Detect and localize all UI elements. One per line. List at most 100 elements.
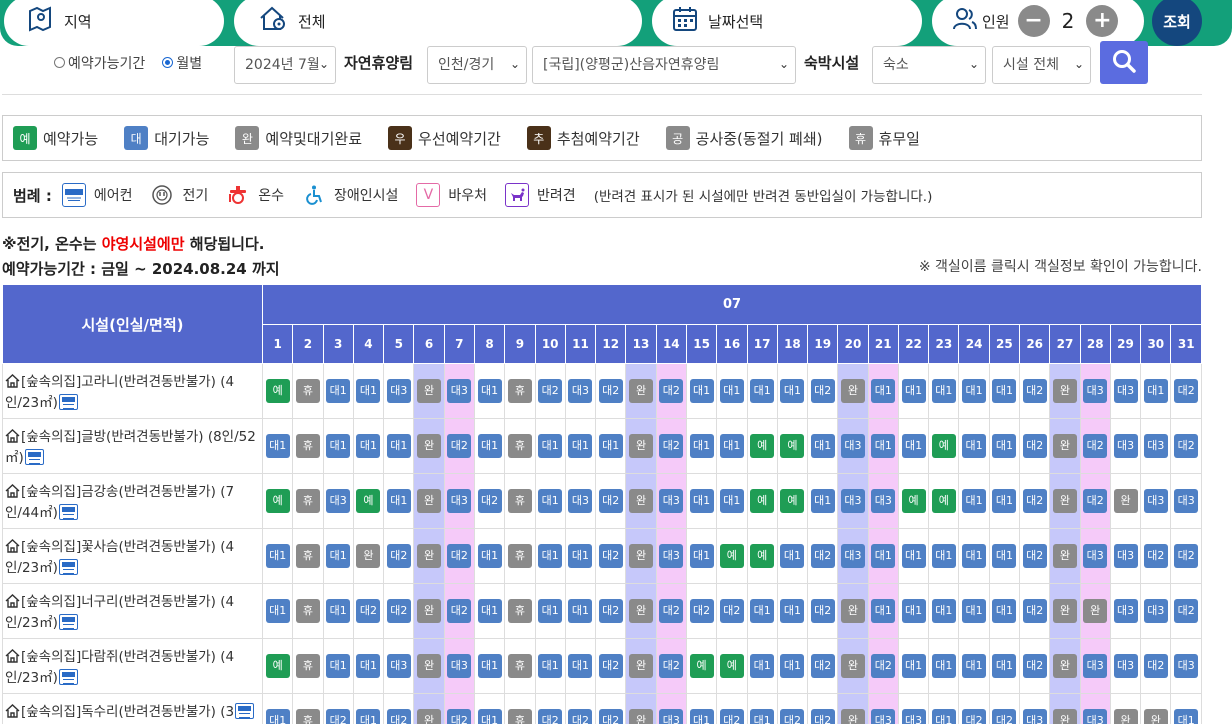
status-badge[interactable]: 대1: [962, 599, 987, 623]
room-name-cell[interactable]: [숲속의집]글방(반려견동반불가) (8인/52㎡): [2, 418, 263, 474]
status-badge[interactable]: 대1: [598, 434, 623, 458]
status-badge[interactable]: 대1: [992, 599, 1017, 623]
status-badge[interactable]: 대2: [386, 544, 411, 568]
status-badge[interactable]: 대1: [810, 489, 835, 513]
room-name[interactable]: [숲속의집]독수리(반려견동반불가) (3: [21, 704, 234, 720]
status-badge[interactable]: 대1: [871, 434, 896, 458]
status-badge[interactable]: 대1: [1143, 379, 1168, 403]
decrease-people-button[interactable]: −: [1017, 5, 1050, 37]
status-badge[interactable]: 대1: [901, 544, 926, 568]
status-badge[interactable]: 대1: [931, 599, 956, 623]
status-badge[interactable]: 대1: [780, 654, 805, 678]
room-name-cell[interactable]: [숲속의집]금강송(반려견동반불가) (7인/44㎡): [2, 473, 263, 529]
status-badge[interactable]: 대3: [1143, 599, 1168, 623]
status-badge[interactable]: 대2: [810, 379, 835, 403]
status-badge[interactable]: 대1: [477, 599, 502, 623]
increase-people-button[interactable]: +: [1086, 5, 1119, 37]
status-badge[interactable]: 대3: [871, 489, 896, 513]
status-badge[interactable]: 대2: [1174, 434, 1199, 458]
status-badge[interactable]: 대3: [1083, 654, 1108, 678]
status-badge[interactable]: 대1: [689, 709, 714, 724]
lodging-select[interactable]: 숙소 ⌄: [872, 46, 986, 84]
status-badge[interactable]: 대3: [568, 489, 593, 513]
room-name-cell[interactable]: [숲속의집]다람쥐(반려견동반불가) (4인/23㎡): [2, 638, 263, 694]
status-badge[interactable]: 대2: [386, 709, 411, 724]
status-badge[interactable]: 대1: [901, 434, 926, 458]
status-badge[interactable]: 대1: [356, 434, 381, 458]
status-badge[interactable]: 대1: [871, 379, 896, 403]
status-badge[interactable]: 대1: [538, 489, 563, 513]
status-badge[interactable]: 대2: [810, 709, 835, 724]
status-badge[interactable]: 대1: [931, 544, 956, 568]
status-badge[interactable]: 대2: [992, 709, 1017, 724]
status-badge[interactable]: 대3: [871, 709, 896, 724]
room-name[interactable]: [숲속의집]금강송(반려견동반불가) (7인/44㎡): [5, 484, 234, 521]
status-badge[interactable]: 대1: [750, 599, 775, 623]
status-badge[interactable]: 대1: [356, 379, 381, 403]
status-badge[interactable]: 예: [719, 544, 744, 568]
status-badge[interactable]: 대1: [386, 434, 411, 458]
status-badge[interactable]: 대1: [901, 379, 926, 403]
status-badge[interactable]: 대2: [1143, 544, 1168, 568]
radio-period[interactable]: [54, 57, 65, 68]
status-badge[interactable]: 대1: [810, 434, 835, 458]
status-badge[interactable]: 대1: [962, 379, 987, 403]
status-badge[interactable]: 대2: [447, 709, 472, 724]
forest-select[interactable]: [국립](양평군)산음자연휴양림 ⌄: [532, 46, 796, 84]
status-badge[interactable]: 대1: [931, 654, 956, 678]
status-badge[interactable]: 대1: [538, 599, 563, 623]
status-badge[interactable]: 대3: [840, 489, 865, 513]
status-badge[interactable]: 대1: [780, 599, 805, 623]
status-badge[interactable]: 대1: [477, 434, 502, 458]
status-badge[interactable]: 대1: [386, 489, 411, 513]
status-badge[interactable]: 대2: [598, 709, 623, 724]
status-badge[interactable]: 대1: [962, 654, 987, 678]
status-badge[interactable]: 대2: [1022, 544, 1047, 568]
status-badge[interactable]: 예: [780, 489, 805, 513]
status-badge[interactable]: 대1: [689, 379, 714, 403]
status-badge[interactable]: 대1: [265, 544, 290, 568]
status-badge[interactable]: 대3: [386, 654, 411, 678]
facility-select[interactable]: 시설 전체 ⌄: [992, 46, 1091, 84]
status-badge[interactable]: 대2: [780, 709, 805, 724]
status-badge[interactable]: 대2: [1083, 489, 1108, 513]
status-badge[interactable]: 대2: [447, 544, 472, 568]
status-badge[interactable]: 대1: [901, 599, 926, 623]
status-badge[interactable]: 예: [689, 654, 714, 678]
status-badge[interactable]: 대2: [1174, 379, 1199, 403]
status-badge[interactable]: 대3: [1083, 544, 1108, 568]
status-badge[interactable]: 대2: [962, 709, 987, 724]
status-badge[interactable]: 대3: [840, 434, 865, 458]
status-badge[interactable]: 대3: [1113, 434, 1138, 458]
status-badge[interactable]: 대1: [780, 544, 805, 568]
status-badge[interactable]: 대2: [659, 434, 684, 458]
room-name[interactable]: [숲속의집]고라니(반려견동반불가) (4인/23㎡): [5, 374, 234, 411]
status-badge[interactable]: 대3: [901, 709, 926, 724]
status-badge[interactable]: 대1: [538, 434, 563, 458]
status-badge[interactable]: 대3: [1143, 434, 1168, 458]
room-name[interactable]: [숲속의집]너구리(반려견동반불가) (4인/23㎡): [5, 594, 234, 631]
status-badge[interactable]: 대3: [568, 379, 593, 403]
status-badge[interactable]: 대2: [1083, 434, 1108, 458]
status-badge[interactable]: 예: [265, 489, 290, 513]
status-badge[interactable]: 대1: [750, 709, 775, 724]
status-badge[interactable]: 대1: [568, 654, 593, 678]
status-badge[interactable]: 대1: [689, 544, 714, 568]
date-selector[interactable]: 날짜선택: [652, 0, 922, 46]
status-badge[interactable]: 대1: [750, 379, 775, 403]
status-badge[interactable]: 대2: [598, 489, 623, 513]
radio-month[interactable]: [162, 57, 174, 68]
status-badge[interactable]: 대2: [598, 544, 623, 568]
status-badge[interactable]: 예: [356, 489, 381, 513]
status-badge[interactable]: 대3: [1022, 709, 1047, 724]
room-name-cell[interactable]: [숲속의집]독수리(반려견동반불가) (3: [2, 693, 263, 724]
status-badge[interactable]: 대1: [265, 709, 290, 724]
room-name[interactable]: [숲속의집]꽃사슴(반려견동반불가) (4인/23㎡): [5, 539, 234, 576]
status-badge[interactable]: 대1: [871, 599, 896, 623]
status-badge[interactable]: 대2: [477, 489, 502, 513]
status-badge[interactable]: 대1: [568, 434, 593, 458]
status-badge[interactable]: 대3: [386, 379, 411, 403]
status-badge[interactable]: 대1: [992, 379, 1017, 403]
status-badge[interactable]: 대1: [931, 379, 956, 403]
status-badge[interactable]: 대2: [659, 654, 684, 678]
